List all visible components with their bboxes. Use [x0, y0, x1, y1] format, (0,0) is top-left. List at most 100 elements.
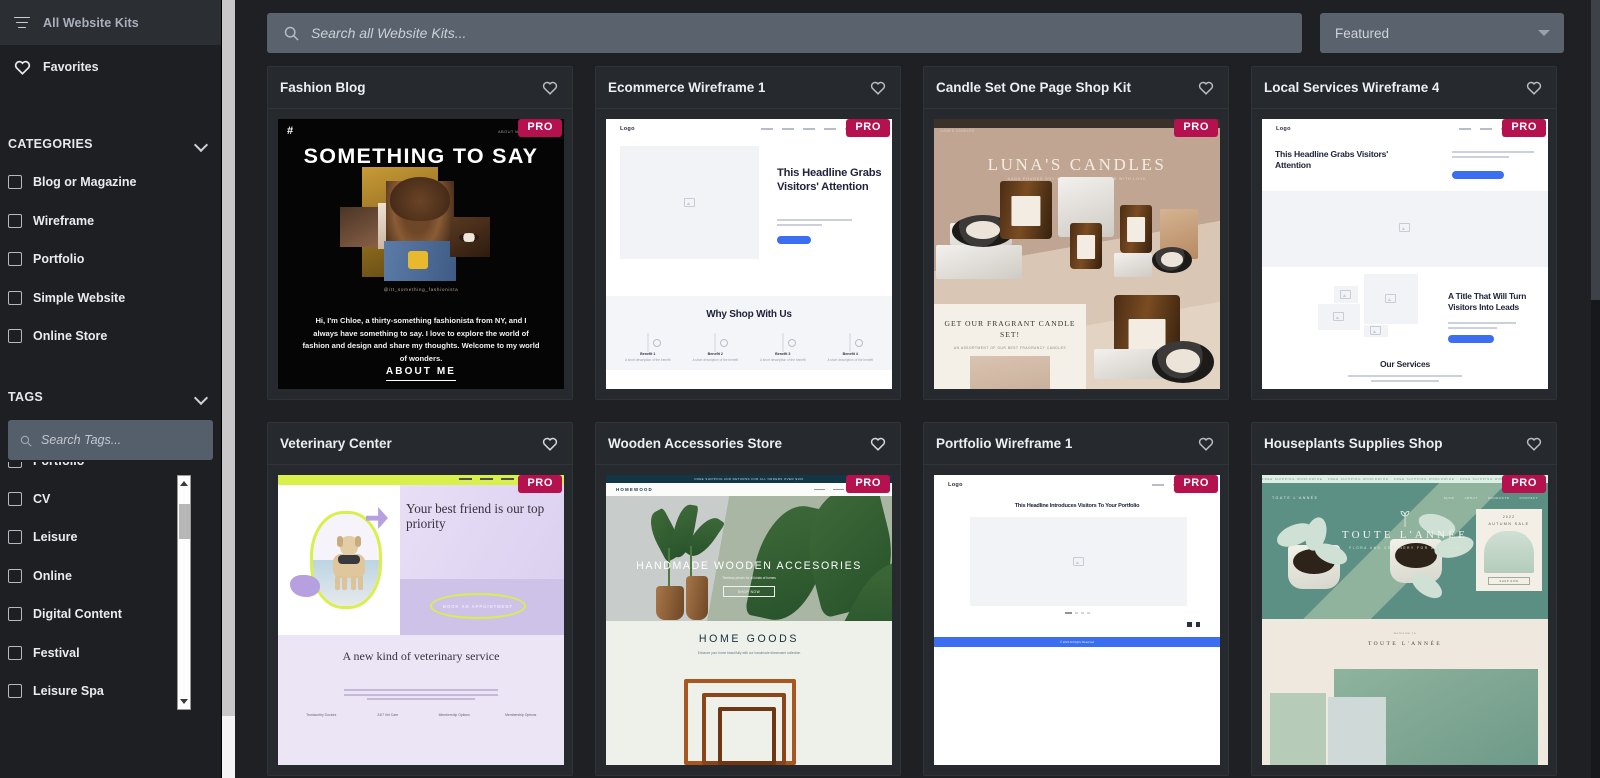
feature-icon — [646, 333, 649, 352]
decor-slab — [936, 245, 1022, 279]
checkbox[interactable] — [8, 568, 22, 583]
feature-desc: A short description of the benefit — [692, 358, 739, 362]
checkbox[interactable] — [8, 607, 22, 622]
sort-value: Featured — [1335, 25, 1390, 41]
preview-section-title: Why Shop With Us — [706, 309, 792, 320]
tags-list-scrollbar[interactable] — [177, 474, 191, 710]
preview-lower-section: A new kind of veterinary service Trustwo… — [278, 635, 564, 765]
scrollbar-thumb[interactable] — [179, 503, 190, 539]
scroll-up-arrow-icon[interactable] — [178, 477, 190, 490]
category-wireframe[interactable]: Wireframe — [0, 202, 221, 241]
scrollbar-thumb[interactable] — [1591, 0, 1600, 300]
favorite-heart-icon[interactable] — [870, 80, 886, 95]
sort-select[interactable]: Featured — [1320, 13, 1564, 53]
nav-links: SHOP ABOUT PRODUCTS CONTACT — [1443, 496, 1538, 500]
kit-thumbnail[interactable]: PRO Logo This Headline Introduces Visito… — [924, 465, 1228, 775]
checkbox[interactable] — [8, 213, 22, 228]
decor-photo — [340, 207, 378, 247]
kit-card-candle-set-one-page-shop-kit[interactable]: Candle Set One Page Shop Kit PRO LUNA'S … — [923, 66, 1229, 400]
kit-card-portfolio-wireframe-1[interactable]: Portfolio Wireframe 1 PRO Logo This Head… — [923, 422, 1229, 776]
preview-portfolio-wireframe: Logo This Headline Introduces Visitors T… — [934, 475, 1220, 765]
kit-card-wooden-accessories-store[interactable]: Wooden Accessories Store PRO FREE SHIPPI… — [595, 422, 901, 776]
preview-features: Trustworthy Doctors 24/7 Vet Care Member… — [278, 713, 564, 717]
favorite-heart-icon[interactable] — [542, 80, 558, 95]
tag-label: Leisure — [33, 530, 78, 545]
kit-thumbnail[interactable]: PRO Logo This Headline Grabs Visitors' A… — [596, 109, 900, 399]
favorite-heart-icon[interactable] — [870, 436, 886, 451]
category-portfolio[interactable]: Portfolio — [0, 240, 221, 279]
kit-title: Wooden Accessories Store — [608, 436, 783, 451]
kit-card-houseplants-supplies-shop[interactable]: Houseplants Supplies Shop PRO FREE SHIPP… — [1251, 422, 1557, 776]
search-icon — [284, 26, 299, 41]
card-header: Houseplants Supplies Shop — [1252, 423, 1556, 465]
kit-thumbnail[interactable]: PRO # ABOUT ME SOMETHING TO SAY @itt_som… — [268, 109, 572, 399]
kit-card-fashion-blog[interactable]: Fashion Blog PRO # ABOUT ME SOMETHING TO… — [267, 66, 573, 400]
sidebar-header[interactable]: All Website Kits — [0, 0, 221, 45]
scrollbar-thumb[interactable] — [222, 716, 235, 778]
checkbox[interactable] — [8, 491, 22, 506]
feature-title: Benefit 1 — [640, 352, 656, 356]
checkbox[interactable] — [8, 252, 22, 267]
tag-search-input[interactable]: Search Tags... — [8, 419, 213, 460]
kit-title: Candle Set One Page Shop Kit — [936, 80, 1132, 95]
category-label: Portfolio — [33, 252, 85, 267]
checkbox[interactable] — [8, 684, 22, 699]
tags-section-header[interactable]: TAGS — [0, 378, 221, 416]
preview-houseplants-shop: FREE SHIPPING WORLDWIDE · FREE SHIPPING … — [1262, 475, 1548, 765]
favorite-heart-icon[interactable] — [1198, 436, 1214, 451]
category-blog-or-magazine[interactable]: Blog or Magazine — [0, 163, 221, 202]
feature-title: Benefit 3 — [775, 352, 791, 356]
kit-card-ecommerce-wireframe-1[interactable]: Ecommerce Wireframe 1 PRO Logo This Head… — [595, 66, 901, 400]
card-header: Portfolio Wireframe 1 — [924, 423, 1228, 465]
kit-thumbnail[interactable]: PRO dogcare Your best friend is our top … — [268, 465, 572, 775]
page-scrollbar[interactable] — [1591, 0, 1600, 778]
checkbox[interactable] — [8, 290, 22, 305]
favorite-heart-icon[interactable] — [1526, 80, 1542, 95]
checkbox[interactable] — [8, 461, 22, 468]
sidebar-item-favorites[interactable]: Favorites — [0, 45, 221, 89]
feature-icon — [849, 333, 852, 352]
kit-card-veterinary-center[interactable]: Veterinary Center PRO dogcare — [267, 422, 573, 776]
promo-card: 2022 AUTUMN SALE SHOP NOW — [1476, 509, 1542, 591]
kit-card-local-services-wireframe-4[interactable]: Local Services Wireframe 4 PRO Logo This… — [1251, 66, 1557, 400]
kit-thumbnail[interactable]: PRO FREE SHIPPING WORLDWIDE · FREE SHIPP… — [1252, 465, 1556, 775]
kit-title: Veterinary Center — [280, 436, 392, 451]
favorite-heart-icon[interactable] — [1198, 80, 1214, 95]
preview-headline-2: A Title That Will Turn Visitors Into Lea… — [1448, 291, 1527, 312]
feature-desc: A short description of the benefit — [624, 358, 671, 362]
decor-hair — [390, 177, 450, 221]
kit-thumbnail[interactable]: PRO LUNA'S CANDLES LUNA'S CANDLES HAND P… — [924, 109, 1228, 399]
category-simple-website[interactable]: Simple Website — [0, 279, 221, 318]
preview-wooden-store: FREE SHIPPING AND RETURNS FOR ALL ORDERS… — [606, 475, 892, 765]
checkbox[interactable] — [8, 645, 22, 660]
preview-local-services-wireframe: Logo This Headline Grabs Visitors' Atten… — [1262, 119, 1548, 389]
preview-logo: # — [287, 125, 294, 137]
preview-footer: © 2023 All Rights Reserved — [934, 637, 1220, 647]
search-input[interactable]: Search all Website Kits... — [267, 13, 1302, 53]
tags-title: TAGS — [8, 389, 43, 404]
category-label: Blog or Magazine — [33, 175, 137, 190]
preview-subtext-2 — [1448, 322, 1516, 332]
carousel-dots[interactable] — [934, 612, 1220, 614]
image-placeholder-icon — [1073, 557, 1084, 566]
app-root: All Website Kits Favorites CATEGORIES Bl… — [0, 0, 1600, 778]
card-header: Fashion Blog — [268, 67, 572, 109]
preview-subtext — [1452, 151, 1534, 161]
card-header: Wooden Accessories Store — [596, 423, 900, 465]
checkbox[interactable] — [8, 175, 22, 190]
favorite-heart-icon[interactable] — [542, 436, 558, 451]
kit-thumbnail[interactable]: PRO Logo This Headline Grabs Visitors' A… — [1252, 109, 1556, 399]
layout-toggle[interactable] — [1187, 622, 1200, 627]
categories-section-header[interactable]: CATEGORIES — [0, 125, 221, 163]
category-online-store[interactable]: Online Store — [0, 317, 221, 356]
scroll-down-arrow-icon[interactable] — [178, 695, 190, 708]
kit-thumbnail[interactable]: PRO FREE SHIPPING AND RETURNS FOR ALL OR… — [596, 465, 900, 775]
pro-badge: PRO — [1502, 475, 1546, 493]
sidebar-scrollbar[interactable] — [222, 0, 235, 778]
checkbox[interactable] — [8, 329, 22, 344]
favorite-heart-icon[interactable] — [1526, 436, 1542, 451]
categories-title: CATEGORIES — [8, 137, 93, 151]
preview-promo-card: GET OUR FRAGRANT CANDLE SET! AN ASSORTME… — [934, 304, 1086, 389]
tags-list-scroll-area: Portfolio CV Leisure Online Di — [0, 461, 221, 778]
checkbox[interactable] — [8, 530, 22, 545]
